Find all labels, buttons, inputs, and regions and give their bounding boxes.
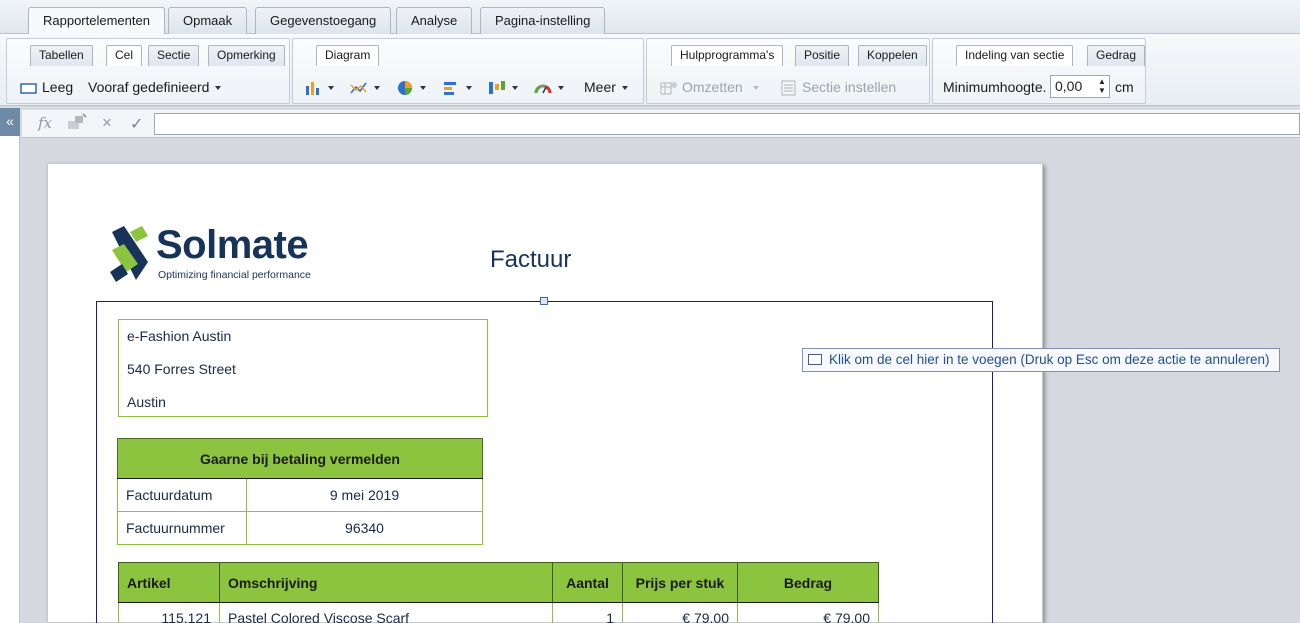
subtab-koppelen[interactable]: Koppelen <box>858 45 927 66</box>
table-row: Factuurdatum 9 mei 2019 <box>117 478 483 512</box>
column-header-artikel: Artikel <box>118 562 220 603</box>
column-header-aantal: Aantal <box>552 562 623 603</box>
chevron-down-icon <box>466 86 472 91</box>
cell-icon <box>808 354 822 365</box>
item-prijs: € 79.00 <box>622 602 738 623</box>
subtab-positie[interactable]: Positie <box>795 45 850 66</box>
invoice-items-table[interactable]: Artikel Omschrijving Aantal Prijs per st… <box>118 562 879 623</box>
invoice-number-label: Factuurnummer <box>117 511 247 545</box>
pie-chart-dropdown[interactable] <box>396 77 426 97</box>
bar-chart-dropdown[interactable] <box>304 77 334 97</box>
invoice-date-label: Factuurdatum <box>117 478 247 512</box>
main-tab-strip: Rapportelementen Opmaak Gegevenstoegang … <box>0 0 1300 35</box>
invoice-number-value: 96340 <box>246 511 483 545</box>
function-icon[interactable]: fx <box>38 114 52 132</box>
chevron-down-icon <box>215 86 222 91</box>
chevron-down-icon <box>621 86 628 91</box>
section-setup-button[interactable]: Sectie instellen <box>780 77 896 97</box>
logo-wordmark: Solmate <box>156 223 309 267</box>
tab-pagina-instelling[interactable]: Pagina-instelling <box>480 7 606 34</box>
subtab-tabellen[interactable]: Tabellen <box>30 45 93 66</box>
logo-tagline: Optimizing financial performance <box>158 269 311 281</box>
insert-cell-tooltip-text: Klik om de cel hier in te voegen (Druk o… <box>829 352 1270 367</box>
map-chart-dropdown[interactable] <box>488 77 518 97</box>
document-title: Factuur <box>490 246 572 273</box>
empty-cell-label: Leeg <box>42 79 74 95</box>
formula-bar: fx × ✓ <box>22 110 1300 138</box>
column-header-bedrag: Bedrag <box>737 562 879 603</box>
chevron-down-icon <box>558 86 564 91</box>
section-setup-icon <box>780 80 798 96</box>
subtab-indeling-van-sectie[interactable]: Indeling van sectie <box>956 45 1074 66</box>
stepper-arrows-icon[interactable]: ▲ ▼ <box>1097 77 1107 96</box>
address-line-city: Austin <box>127 394 166 410</box>
convert-label: Omzetten <box>682 79 743 95</box>
line-chart-icon <box>350 80 368 96</box>
item-aantal: 1 <box>552 602 623 623</box>
tab-analyse[interactable]: Analyse <box>396 7 473 34</box>
convert-icon <box>660 80 678 96</box>
payment-table-header: Gaarne bij betaling vermelden <box>117 438 483 479</box>
item-omschrijving: Pastel Colored Viscose Scarf <box>219 602 553 623</box>
gauge-chart-dropdown[interactable] <box>534 77 564 97</box>
empty-cell-button[interactable]: Leeg <box>20 77 73 97</box>
subtab-cel[interactable]: Cel <box>106 45 143 66</box>
address-line-company: e-Fashion Austin <box>127 328 232 344</box>
horizontal-bar-chart-dropdown[interactable] <box>442 77 472 97</box>
map-chart-icon <box>488 80 506 96</box>
predefined-cell-label: Vooraf gedefinieerd <box>88 79 210 95</box>
address-line-street: 540 Forres Street <box>127 361 236 377</box>
tab-opmaak[interactable]: Opmaak <box>168 7 248 34</box>
resize-handle[interactable] <box>540 297 548 305</box>
company-logo: Solmate Optimizing financial performance <box>108 224 338 284</box>
convert-dropdown[interactable]: Omzetten <box>660 77 759 97</box>
bar-chart-icon <box>304 80 322 96</box>
subtab-hulpprogrammas[interactable]: Hulpprogramma's <box>671 45 784 66</box>
chevron-down-icon <box>752 86 759 91</box>
chevron-down-icon <box>512 86 518 91</box>
address-block[interactable]: e-Fashion Austin 540 Forres Street Austi… <box>118 319 488 417</box>
chevron-down-icon <box>420 86 426 91</box>
left-side-panel <box>0 136 20 623</box>
table-row: 115.121 Pastel Colored Viscose Scarf 1 €… <box>118 602 879 623</box>
item-bedrag: € 79.00 <box>737 602 879 623</box>
collapse-panel-button[interactable]: « <box>0 108 20 136</box>
formula-input[interactable] <box>154 113 1300 135</box>
horizontal-bar-chart-icon <box>442 80 460 96</box>
gauge-icon <box>534 80 552 96</box>
table-row: Factuurnummer 96340 <box>117 511 483 545</box>
min-height-unit: cm <box>1115 79 1134 95</box>
min-height-stepper[interactable]: 0,00 ▲ ▼ <box>1050 75 1110 98</box>
more-charts-dropdown[interactable]: Meer <box>584 77 628 97</box>
tab-rapportelementen[interactable]: Rapportelementen <box>28 7 165 35</box>
min-height-label: Minimumhoogte. <box>943 79 1047 95</box>
min-height-value: 0,00 <box>1055 78 1083 94</box>
chevron-down-icon <box>328 86 334 91</box>
column-header-omschrijving: Omschrijving <box>219 562 553 603</box>
pie-chart-icon <box>396 80 414 96</box>
insert-cell-tooltip: Klik om de cel hier in te voegen (Druk o… <box>802 348 1280 372</box>
item-artikel: 115.121 <box>118 602 220 623</box>
line-chart-dropdown[interactable] <box>350 77 380 97</box>
empty-cell-icon <box>20 80 38 96</box>
confirm-formula-icon[interactable]: ✓ <box>130 114 143 134</box>
chevron-down-icon <box>374 86 380 91</box>
subtab-sectie[interactable]: Sectie <box>148 45 200 66</box>
column-header-prijs: Prijs per stuk <box>622 562 738 603</box>
payment-reference-table[interactable]: Gaarne bij betaling vermelden Factuurdat… <box>117 438 483 545</box>
more-charts-label: Meer <box>584 79 616 95</box>
predefined-cell-dropdown[interactable]: Vooraf gedefinieerd <box>88 77 222 97</box>
section-setup-label: Sectie instellen <box>802 79 897 95</box>
subtab-gedrag[interactable]: Gedrag <box>1087 45 1146 66</box>
subtab-diagram[interactable]: Diagram <box>316 45 380 66</box>
invoice-date-value: 9 mei 2019 <box>246 478 483 512</box>
cancel-formula-icon[interactable]: × <box>102 113 112 133</box>
tab-gegevenstoegang[interactable]: Gegevenstoegang <box>255 7 392 34</box>
formula-editor-icon[interactable] <box>66 113 88 135</box>
subtab-opmerking[interactable]: Opmerking <box>208 45 285 66</box>
